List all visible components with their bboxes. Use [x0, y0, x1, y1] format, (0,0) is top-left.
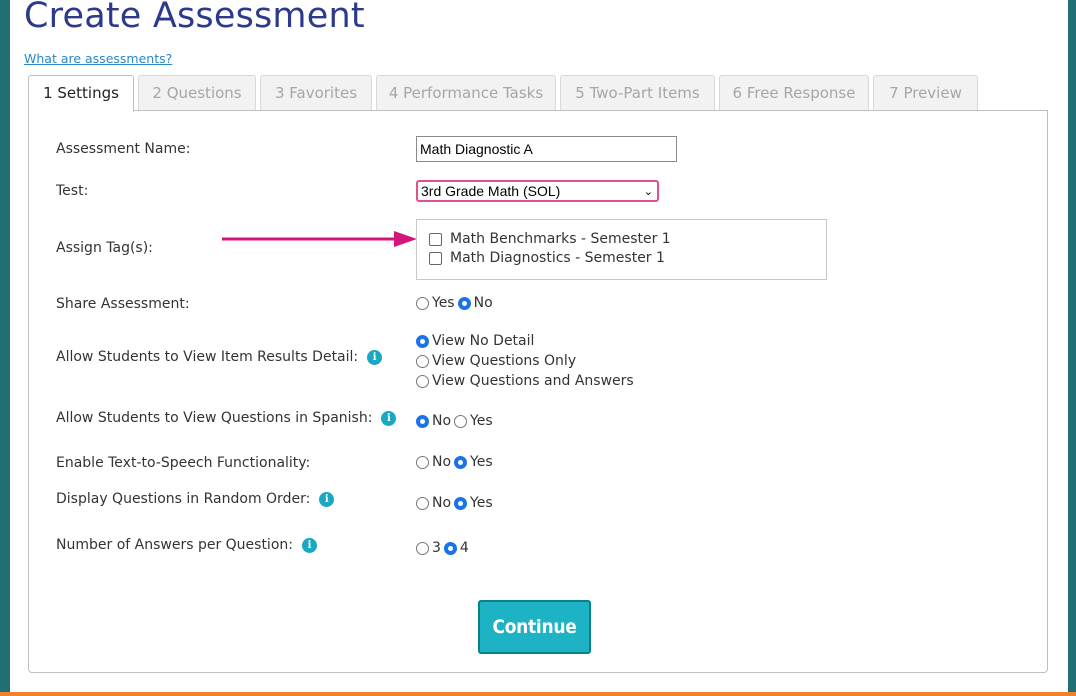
- random-order-label-text: Display Questions in Random Order:: [56, 491, 311, 507]
- random-yes-option[interactable]: Yes: [454, 495, 493, 511]
- random-no-option[interactable]: No: [416, 495, 451, 511]
- test-select[interactable]: 3rd Grade Math (SOL) ⌄: [416, 180, 659, 202]
- option-label: No: [432, 413, 452, 429]
- tag-item[interactable]: Math Diagnostics - Semester 1: [429, 250, 665, 266]
- view-questions-only-option[interactable]: View Questions Only: [416, 351, 634, 371]
- radio-button[interactable]: [416, 496, 429, 510]
- settings-form: Assessment Name: Test: 3rd Grade Math (S…: [28, 110, 1048, 673]
- spanish-yes-option[interactable]: Yes: [454, 413, 493, 429]
- share-no-option[interactable]: No: [457, 295, 493, 311]
- option-label: Yes: [470, 413, 493, 429]
- item-results-options: View No Detail View Questions Only View …: [416, 331, 637, 391]
- view-questions-answers-option[interactable]: View Questions and Answers: [416, 371, 634, 391]
- option-label: 3: [432, 540, 441, 556]
- option-label: No: [473, 295, 493, 311]
- answers-per-question-label: Number of Answers per Question: i: [56, 537, 317, 553]
- radio-button[interactable]: [454, 496, 468, 510]
- tag-label: Math Benchmarks - Semester 1: [450, 231, 671, 247]
- tab-two-part-items[interactable]: 5 Two-Part Items: [560, 75, 715, 110]
- test-select-value: 3rd Grade Math (SOL): [421, 183, 561, 199]
- tag-item[interactable]: Math Benchmarks - Semester 1: [429, 231, 671, 247]
- tts-no-option[interactable]: No: [416, 454, 451, 470]
- option-label: 4: [459, 540, 469, 556]
- option-label: No: [432, 495, 452, 511]
- option-label: Yes: [470, 454, 493, 470]
- tab-settings[interactable]: 1 Settings: [28, 75, 134, 112]
- info-icon[interactable]: i: [301, 537, 317, 553]
- tag-list: Math Benchmarks - Semester 1 Math Diagno…: [416, 219, 827, 280]
- assessment-name-label: Assessment Name:: [56, 141, 191, 157]
- tab-preview[interactable]: 7 Preview: [873, 75, 978, 110]
- help-link[interactable]: What are assessments?: [24, 51, 172, 66]
- radio-button[interactable]: [416, 374, 429, 388]
- tts-label: Enable Text-to-Speech Functionality:: [56, 455, 311, 471]
- page-title: Create Assessment: [24, 0, 365, 36]
- radio-button[interactable]: [416, 414, 429, 428]
- radio-button[interactable]: [416, 455, 429, 469]
- radio-button[interactable]: [416, 354, 429, 368]
- spanish-no-option[interactable]: No: [416, 413, 451, 429]
- tab-free-response[interactable]: 6 Free Response: [719, 75, 869, 110]
- tab-performance-tasks[interactable]: 4 Performance Tasks: [376, 75, 556, 110]
- random-order-label: Display Questions in Random Order: i: [56, 491, 335, 507]
- answers-options: 3 4: [416, 540, 472, 556]
- radio-button[interactable]: [416, 541, 429, 555]
- radio-button[interactable]: [416, 296, 429, 310]
- info-icon[interactable]: i: [381, 410, 397, 426]
- assessment-name-input[interactable]: [416, 136, 677, 162]
- option-label: No: [432, 454, 452, 470]
- random-order-options: No Yes: [416, 495, 496, 511]
- share-options: Yes No: [416, 295, 496, 311]
- answers-label-text: Number of Answers per Question:: [56, 537, 293, 553]
- radio-button[interactable]: [454, 455, 468, 469]
- continue-button[interactable]: Continue: [478, 600, 591, 654]
- view-no-detail-option[interactable]: View No Detail: [416, 331, 634, 351]
- checkbox[interactable]: [429, 232, 442, 246]
- spanish-options: No Yes: [416, 413, 496, 429]
- option-label: Yes: [432, 295, 455, 311]
- tts-options: No Yes: [416, 454, 496, 470]
- spanish-label-text: Allow Students to View Questions in Span…: [56, 410, 373, 426]
- radio-button[interactable]: [457, 296, 471, 310]
- main-panel: Create Assessment What are assessments? …: [10, 0, 1068, 696]
- item-results-label-text: Allow Students to View Item Results Deta…: [56, 349, 359, 365]
- bottom-accent-bar: [0, 692, 1076, 696]
- option-label: View Questions and Answers: [432, 373, 634, 389]
- answers-3-option[interactable]: 3: [416, 540, 441, 556]
- radio-button[interactable]: [454, 414, 468, 428]
- chevron-down-icon: ⌄: [643, 186, 653, 198]
- option-label: View Questions Only: [432, 353, 577, 369]
- tts-yes-option[interactable]: Yes: [454, 454, 493, 470]
- tab-questions[interactable]: 2 Questions: [138, 75, 256, 110]
- answers-4-option[interactable]: 4: [443, 540, 469, 556]
- tag-label: Math Diagnostics - Semester 1: [450, 250, 665, 266]
- test-label: Test:: [56, 183, 89, 199]
- share-label: Share Assessment:: [56, 296, 190, 312]
- share-yes-option[interactable]: Yes: [416, 295, 455, 311]
- option-label: View No Detail: [432, 333, 535, 349]
- checkbox[interactable]: [429, 251, 442, 265]
- item-results-label: Allow Students to View Item Results Deta…: [56, 349, 383, 365]
- radio-button[interactable]: [443, 541, 457, 555]
- info-icon[interactable]: i: [367, 349, 383, 365]
- assign-tags-label: Assign Tag(s):: [56, 240, 153, 256]
- radio-button[interactable]: [416, 334, 429, 348]
- tab-favorites[interactable]: 3 Favorites: [260, 75, 372, 110]
- info-icon[interactable]: i: [319, 491, 335, 507]
- option-label: Yes: [470, 495, 493, 511]
- spanish-label: Allow Students to View Questions in Span…: [56, 410, 397, 426]
- arrow-annotation: [222, 231, 417, 247]
